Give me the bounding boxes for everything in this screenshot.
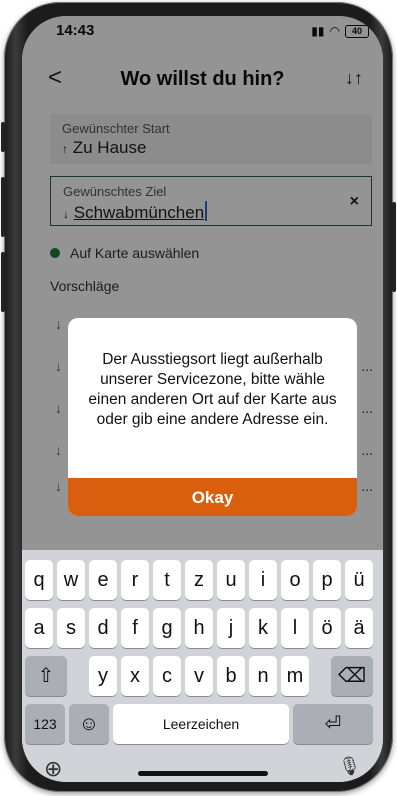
- delete-key[interactable]: ⌫: [331, 656, 373, 696]
- key-n[interactable]: n: [249, 656, 277, 696]
- key-r[interactable]: r: [121, 560, 149, 600]
- emoji-key-icon[interactable]: ☺: [69, 704, 109, 744]
- okay-button[interactable]: Okay: [68, 478, 357, 516]
- key-g[interactable]: g: [153, 608, 181, 648]
- keyboard: q w e r t z u i o p ü a s d f g h j k l …: [22, 550, 383, 782]
- key-c[interactable]: c: [153, 656, 181, 696]
- key-e[interactable]: e: [89, 560, 117, 600]
- key-z[interactable]: z: [185, 560, 213, 600]
- key-h[interactable]: h: [185, 608, 213, 648]
- key-i[interactable]: i: [249, 560, 277, 600]
- key-f[interactable]: f: [121, 608, 149, 648]
- key-t[interactable]: t: [153, 560, 181, 600]
- key-v[interactable]: v: [185, 656, 213, 696]
- microphone-icon[interactable]: 🎙: [338, 756, 361, 777]
- return-key-icon[interactable]: ⏎: [293, 704, 373, 744]
- home-indicator: [137, 771, 268, 776]
- key-u[interactable]: u: [217, 560, 245, 600]
- volume-down-button: [1, 252, 5, 312]
- key-x[interactable]: x: [121, 656, 149, 696]
- key-p[interactable]: p: [313, 560, 341, 600]
- key-j[interactable]: j: [217, 608, 245, 648]
- key-q[interactable]: q: [25, 560, 53, 600]
- key-w[interactable]: w: [57, 560, 85, 600]
- numbers-key[interactable]: 123: [25, 704, 65, 744]
- mute-switch: [1, 122, 5, 152]
- key-ue[interactable]: ü: [345, 560, 373, 600]
- key-o[interactable]: o: [281, 560, 309, 600]
- phone-frame: 14:43 ▮▮ ◠ 40 < Wo willst du hin? ↓↑ Gew…: [1, 2, 396, 792]
- shift-key[interactable]: ⇧: [25, 656, 67, 696]
- key-k[interactable]: k: [249, 608, 277, 648]
- dialog-message: Der Ausstiegsort liegt außerhalb unserer…: [88, 351, 337, 428]
- globe-icon[interactable]: ⊕: [44, 756, 62, 782]
- key-a[interactable]: a: [25, 608, 53, 648]
- key-s[interactable]: s: [57, 608, 85, 648]
- key-b[interactable]: b: [217, 656, 245, 696]
- alert-dialog: Der Ausstiegsort liegt außerhalb unserer…: [68, 318, 357, 516]
- space-key[interactable]: Leerzeichen: [113, 704, 289, 744]
- screen: 14:43 ▮▮ ◠ 40 < Wo willst du hin? ↓↑ Gew…: [22, 16, 383, 782]
- power-button: [392, 202, 396, 292]
- key-m[interactable]: m: [281, 656, 309, 696]
- volume-up-button: [1, 177, 5, 237]
- key-d[interactable]: d: [89, 608, 117, 648]
- key-y[interactable]: y: [89, 656, 117, 696]
- key-ae[interactable]: ä: [345, 608, 373, 648]
- key-oe[interactable]: ö: [313, 608, 341, 648]
- key-l[interactable]: l: [281, 608, 309, 648]
